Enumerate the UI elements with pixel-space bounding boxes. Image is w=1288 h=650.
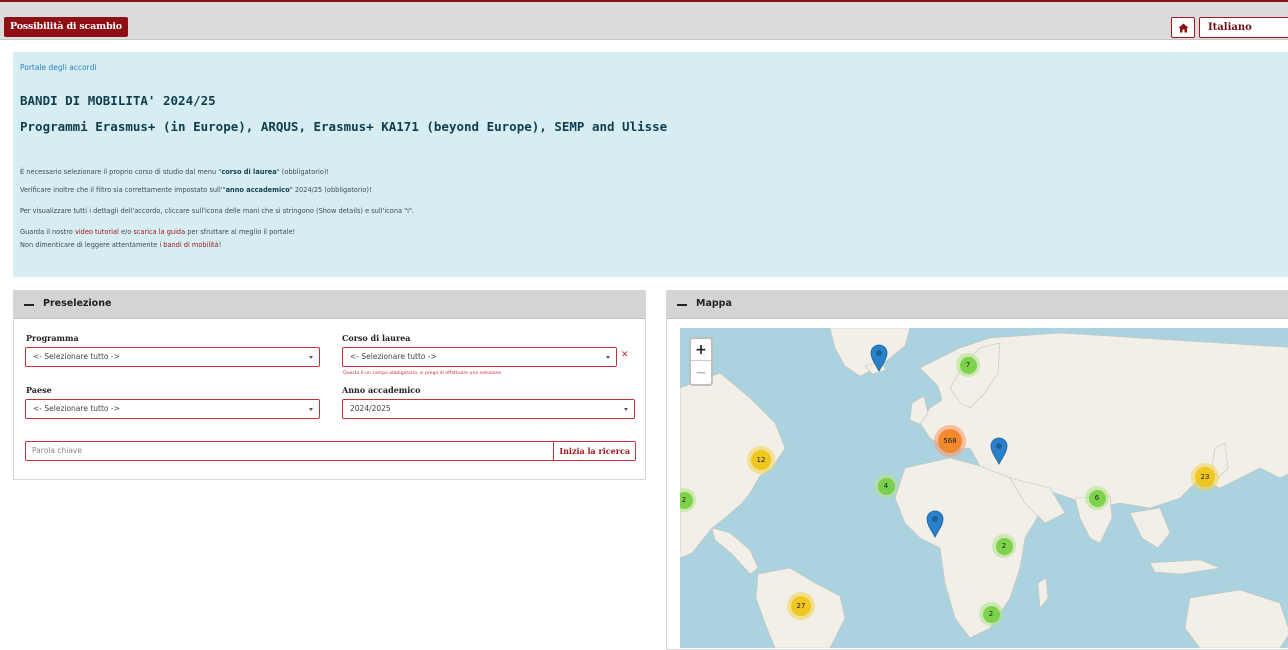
map-zoom-control: + − <box>689 337 713 386</box>
instruction-tutorial: Guarda il nostro video tutorial e/o scar… <box>20 228 296 236</box>
map-cluster[interactable]: 12 <box>747 446 775 474</box>
country-select[interactable]: <- Selezionare tutto -> <box>25 399 320 419</box>
exchange-opportunities-button[interactable]: Possibilità di scambio <box>4 17 128 37</box>
instruction-course: È necessario selezionare il proprio cors… <box>20 168 330 176</box>
video-tutorial-link[interactable]: video tutorial <box>75 228 119 236</box>
zoom-out-button[interactable]: − <box>691 362 711 384</box>
info-banner: Portale degli accordi BANDI DI MOBILITA'… <box>13 52 1288 277</box>
collapse-icon[interactable] <box>677 304 687 306</box>
course-label: Corso di laurea <box>342 333 411 343</box>
home-button[interactable] <box>1171 17 1195 38</box>
academic-year-select[interactable]: 2024/2025 <box>342 399 635 419</box>
map-marker-icon[interactable] <box>926 510 944 538</box>
keyword-input[interactable]: Parola chiave <box>32 442 82 460</box>
chevron-down-icon <box>309 356 313 359</box>
mobility-calls-link[interactable]: bandi di mobilità <box>163 241 218 249</box>
clear-course-icon[interactable]: ✕ <box>621 350 629 360</box>
map-cluster[interactable]: 568 <box>934 425 966 457</box>
map-header[interactable]: Mappa <box>667 291 1288 319</box>
zoom-in-button[interactable]: + <box>691 339 711 361</box>
start-search-button[interactable]: Inizia la ricerca <box>553 442 635 460</box>
top-bar: Possibilità di scambio Italiano <box>0 2 1288 40</box>
country-label: Paese <box>26 385 52 395</box>
program-select[interactable]: <- Selezionare tutto -> <box>25 347 320 367</box>
instruction-details: Per visualizzare tutti i dettagli dell'a… <box>20 207 415 215</box>
map-title: Mappa <box>696 298 732 309</box>
download-guide-link[interactable]: scarica la guida <box>133 228 185 236</box>
map-cluster[interactable]: 7 <box>956 353 980 377</box>
map-cluster[interactable]: 2 <box>992 534 1016 558</box>
collapse-icon[interactable] <box>24 304 34 306</box>
preselection-panel: Preselezione Programma <- Selezionare tu… <box>13 290 646 480</box>
course-required-note: Questo è un campo obbligatorio, si prega… <box>343 371 502 376</box>
preselection-header[interactable]: Preselezione <box>14 291 645 319</box>
preselection-title: Preselezione <box>43 298 112 309</box>
map-marker-icon[interactable] <box>990 437 1008 465</box>
chevron-down-icon <box>309 408 313 411</box>
page-title: BANDI DI MOBILITA' 2024/25 <box>20 93 216 108</box>
chevron-down-icon <box>624 408 628 411</box>
academic-year-label: Anno accademico <box>342 385 421 395</box>
map-cluster[interactable]: 2 <box>979 602 1003 626</box>
program-label: Programma <box>26 333 79 343</box>
page-subtitle: Programmi Erasmus+ (in Europe), ARQUS, E… <box>20 119 668 134</box>
chevron-down-icon <box>606 356 610 359</box>
map-cluster[interactable]: 23 <box>1191 463 1219 491</box>
map-cluster[interactable]: 4 <box>874 474 898 498</box>
map-cluster[interactable]: 27 <box>787 592 815 620</box>
course-select[interactable]: <- Selezionare tutto -> <box>342 347 617 367</box>
breadcrumb[interactable]: Portale degli accordi <box>20 63 96 72</box>
map-marker-icon[interactable] <box>870 344 888 372</box>
language-select[interactable]: Italiano <box>1199 17 1288 38</box>
world-map[interactable]: 7 568 12 23 4 6 2 2 27 2 <box>680 328 1288 648</box>
keyword-search: Parola chiave Inizia la ricerca <box>25 441 636 461</box>
instruction-calls: Non dimenticare di leggere attentamente … <box>20 241 222 249</box>
map-cluster[interactable]: 6 <box>1085 486 1109 510</box>
instruction-year: Verificare inoltre che il filtro sia cor… <box>20 186 372 194</box>
home-icon <box>1178 23 1188 32</box>
